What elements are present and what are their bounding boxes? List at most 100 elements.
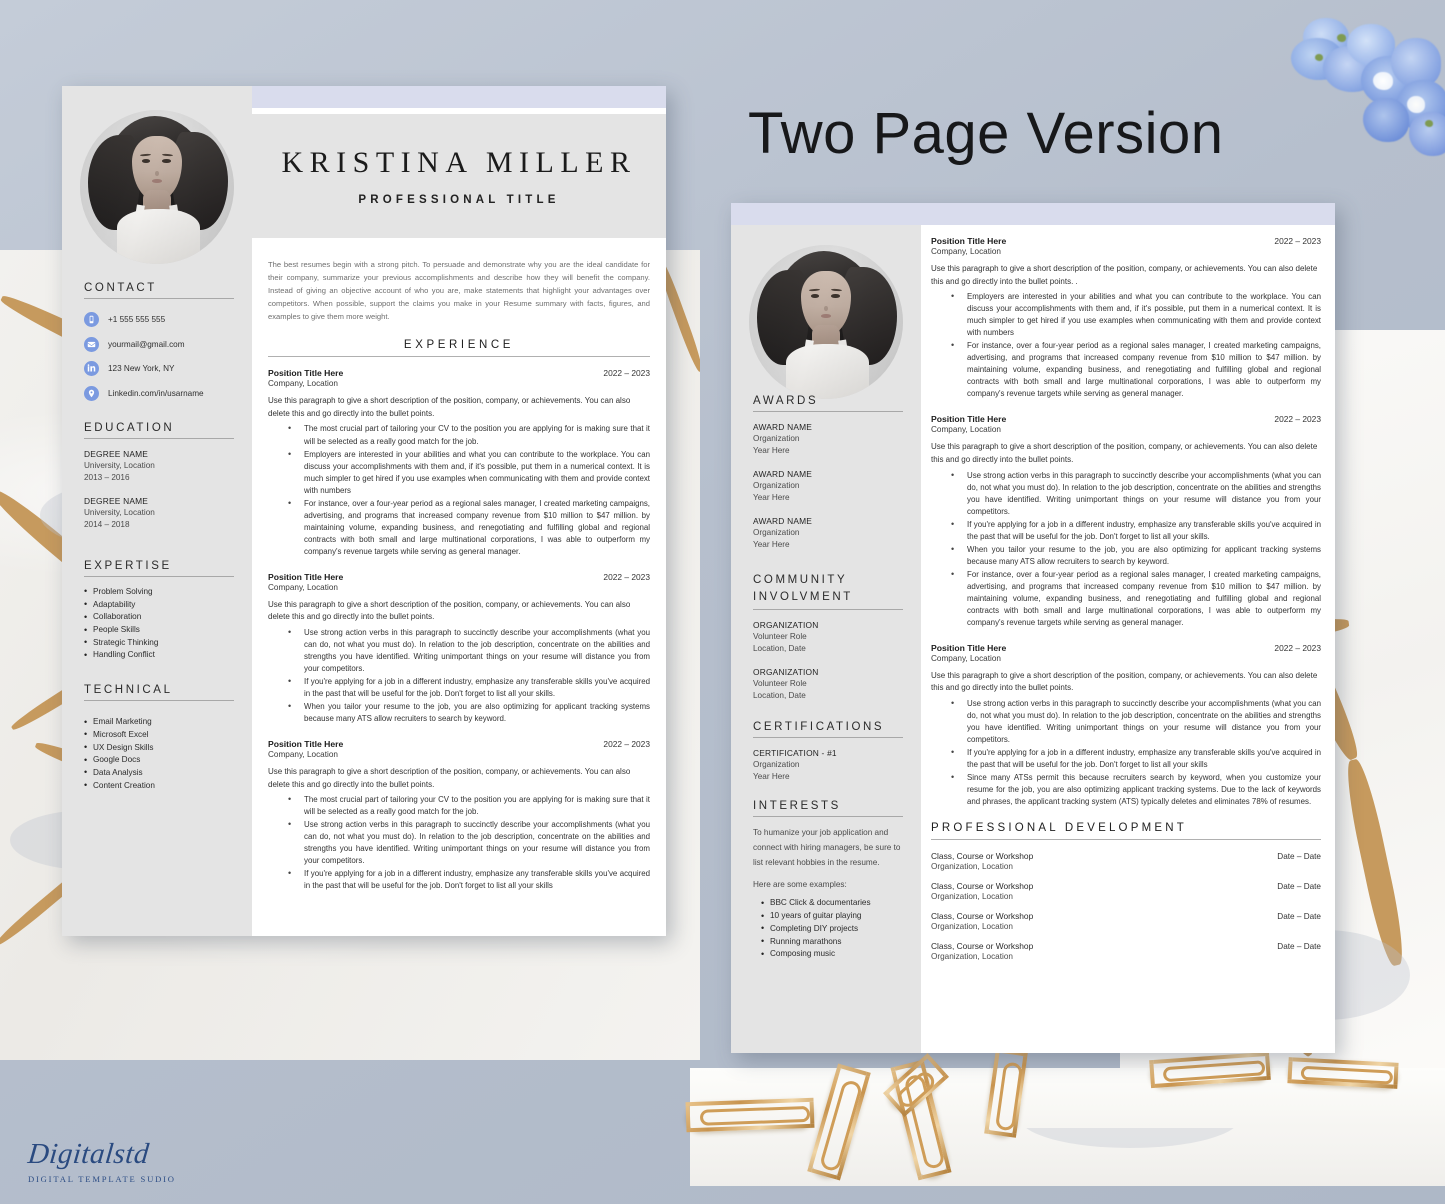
page2-job-list: Position Title Here 2022 – 2023 Company, L… <box>931 236 1321 808</box>
summary-paragraph: The best resumes begin with a strong pit… <box>268 260 650 322</box>
job-description: Use this paragraph to give a short descr… <box>268 599 631 622</box>
course-org: Organization, Location <box>931 862 1013 872</box>
job-description: Use this paragraph to give a short descr… <box>931 442 1318 465</box>
expertise-list: Problem SolvingAdaptabilityCollaboration… <box>84 585 234 663</box>
job-entry: Position Title Here 2022 – 2023 Company, L… <box>268 368 650 557</box>
entry-sub1: Organization <box>753 760 800 770</box>
contact-row[interactable]: Linkedin.com/in/usarname <box>84 385 234 401</box>
certifications-list: CERTIFICATION - #1 Organization Year Here <box>753 747 903 783</box>
job-company: Company, Location <box>931 653 1001 663</box>
job-bullets: The most crucial part of tailoring your … <box>268 793 650 892</box>
job-bullet: Use strong action verbs in this paragrap… <box>282 626 650 675</box>
job-bullets: Use strong action verbs in this paragrap… <box>931 469 1321 629</box>
technical-list: Email MarketingMicrosoft ExcelUX Design … <box>84 716 234 793</box>
entry-title: ORGANIZATION <box>753 620 819 631</box>
job-bullet: The most crucial part of tailoring your … <box>282 793 650 818</box>
entry-title: AWARD NAME <box>753 515 813 526</box>
resume-page-1[interactable]: CONTACT +1 555 555 555 yourmail@gmail.com… <box>62 86 666 936</box>
page1-sidebar: CONTACT +1 555 555 555 yourmail@gmail.com… <box>62 86 252 936</box>
course-date: Date – Date <box>1277 882 1321 892</box>
job-date: 2022 – 2023 <box>1274 236 1321 246</box>
entry-sub2: Year Here <box>753 446 790 456</box>
job-bullet: Since many ATSs permit this because recr… <box>945 771 1321 808</box>
sidebar-entry: ORGANIZATION Volunteer Role Location, Date <box>753 666 903 702</box>
degree-name: DEGREE NAME <box>84 495 149 506</box>
profile-photo <box>80 110 234 264</box>
entry-title: AWARD NAME <box>753 422 813 432</box>
job-company: Company, Location <box>931 247 1001 256</box>
experience-job-list: Position Title Here 2022 – 2023 Company, L… <box>268 368 650 892</box>
list-item: Problem Solving <box>84 585 234 599</box>
contact-heading: CONTACT <box>84 282 234 299</box>
contact-row[interactable]: +1 555 555 555 <box>84 312 234 327</box>
entry-title: AWARD NAME <box>753 468 813 479</box>
job-title: Position Title Here <box>268 571 344 582</box>
list-item: Handling Conflict <box>84 649 234 663</box>
location-pin-icon <box>84 385 99 401</box>
job-description: Use this paragraph to give a short descr… <box>268 396 631 418</box>
job-bullet: When you tailor your resume to the job, … <box>945 543 1321 568</box>
entry-sub2: Location, Date <box>753 691 806 701</box>
job-company: Company, Location <box>268 379 338 389</box>
job-description: Use this paragraph to give a short descr… <box>268 767 631 789</box>
resume-page-2[interactable]: AWARDS AWARD NAME Organization Year Here AW… <box>731 203 1335 1053</box>
course-date: Date – Date <box>1277 912 1321 922</box>
professional-development-rule <box>931 839 1321 841</box>
brand-tagline: DIGITAL TEMPLATE SUDIO <box>28 1174 176 1184</box>
page2-accent-band <box>731 203 1335 225</box>
professional-development-row: Class, Course or Workshop Organization, L… <box>931 941 1321 961</box>
course-date: Date – Date <box>1277 852 1321 862</box>
candidate-name: KRISTINA MILLER <box>281 146 637 179</box>
job-bullet: Use strong action verbs in this paragrap… <box>282 818 650 867</box>
job-entry: Position Title Here 2022 – 2023 Company, L… <box>931 414 1321 628</box>
expertise-heading: EXPERTISE <box>84 560 234 577</box>
job-bullets: Employers are interested in your abiliti… <box>931 290 1321 400</box>
job-header: Position Title Here 2022 – 2023 <box>931 643 1321 653</box>
page1-header: KRISTINA MILLER PROFESSIONAL TITLE <box>252 114 666 238</box>
job-description: Use this paragraph to give a short descr… <box>931 264 1318 286</box>
entry-sub1: Organization <box>753 434 800 444</box>
entry-sub2: Location, Date <box>753 644 806 654</box>
brand-name: Digitalstd <box>26 1138 151 1170</box>
education-entry: DEGREE NAME University, Location 2014 – 20… <box>84 495 234 531</box>
interests-intro: To humanize your job application and con… <box>753 828 901 867</box>
school-name: University, Location <box>84 461 155 471</box>
page1-accent-band <box>252 86 666 108</box>
job-entry: Position Title Here 2022 – 2023 Company, L… <box>931 236 1321 400</box>
contact-row[interactable]: 123 New York, NY <box>84 361 234 376</box>
list-item: 10 years of guitar playing <box>761 910 903 924</box>
sidebar-entry: CERTIFICATION - #1 Organization Year Here <box>753 747 903 783</box>
job-bullets: The most crucial part of tailoring your … <box>268 422 650 558</box>
entry-sub2: Year Here <box>753 540 790 550</box>
course-org: Organization, Location <box>931 952 1013 962</box>
job-entry: Position Title Here 2022 – 2023 Company, L… <box>268 739 650 892</box>
job-entry: Position Title Here 2022 – 2023 Company, L… <box>931 643 1321 808</box>
job-bullet: If you're applying for a job in a differ… <box>282 867 650 892</box>
course-title: Class, Course or Workshop <box>931 911 1034 922</box>
education-entry: DEGREE NAME University, Location 2013 – 20… <box>84 448 234 484</box>
community-heading: COMMUNITY INVOLVMENT <box>753 572 903 611</box>
education-years: 2013 – 2016 <box>84 473 130 483</box>
job-bullet: Use strong action verbs in this paragrap… <box>945 469 1321 518</box>
professional-development-row: Class, Course or Workshop Organization, L… <box>931 851 1321 871</box>
linkedin-icon <box>84 361 99 376</box>
professional-development-heading: PROFESSIONAL DEVELOPMENT <box>931 822 1187 835</box>
course-org: Organization, Location <box>931 892 1013 902</box>
list-item: People Skills <box>84 624 234 638</box>
candidate-title: PROFESSIONAL TITLE <box>358 194 560 206</box>
job-bullet: If you're applying for a job in a differ… <box>945 518 1321 543</box>
job-company: Company, Location <box>931 425 1001 435</box>
contact-row[interactable]: yourmail@gmail.com <box>84 336 234 352</box>
degree-name: DEGREE NAME <box>84 449 149 459</box>
list-item: Email Marketing <box>84 716 234 730</box>
job-bullet: Use strong action verbs in this paragrap… <box>945 697 1321 746</box>
sidebar-entry: AWARD NAME Organization Year Here <box>753 515 903 551</box>
list-item: Running marathons <box>761 935 903 949</box>
job-bullets: Use strong action verbs in this paragrap… <box>268 626 650 725</box>
technical-heading: TECHNICAL <box>84 684 234 702</box>
course-org: Organization, Location <box>931 922 1013 932</box>
contact-list: +1 555 555 555 yourmail@gmail.com 123 New … <box>84 312 234 401</box>
job-bullet: For instance, over a four-year period as… <box>282 497 650 558</box>
list-item: BBC Click & documentaries <box>761 897 903 911</box>
course-title: Class, Course or Workshop <box>931 941 1034 952</box>
